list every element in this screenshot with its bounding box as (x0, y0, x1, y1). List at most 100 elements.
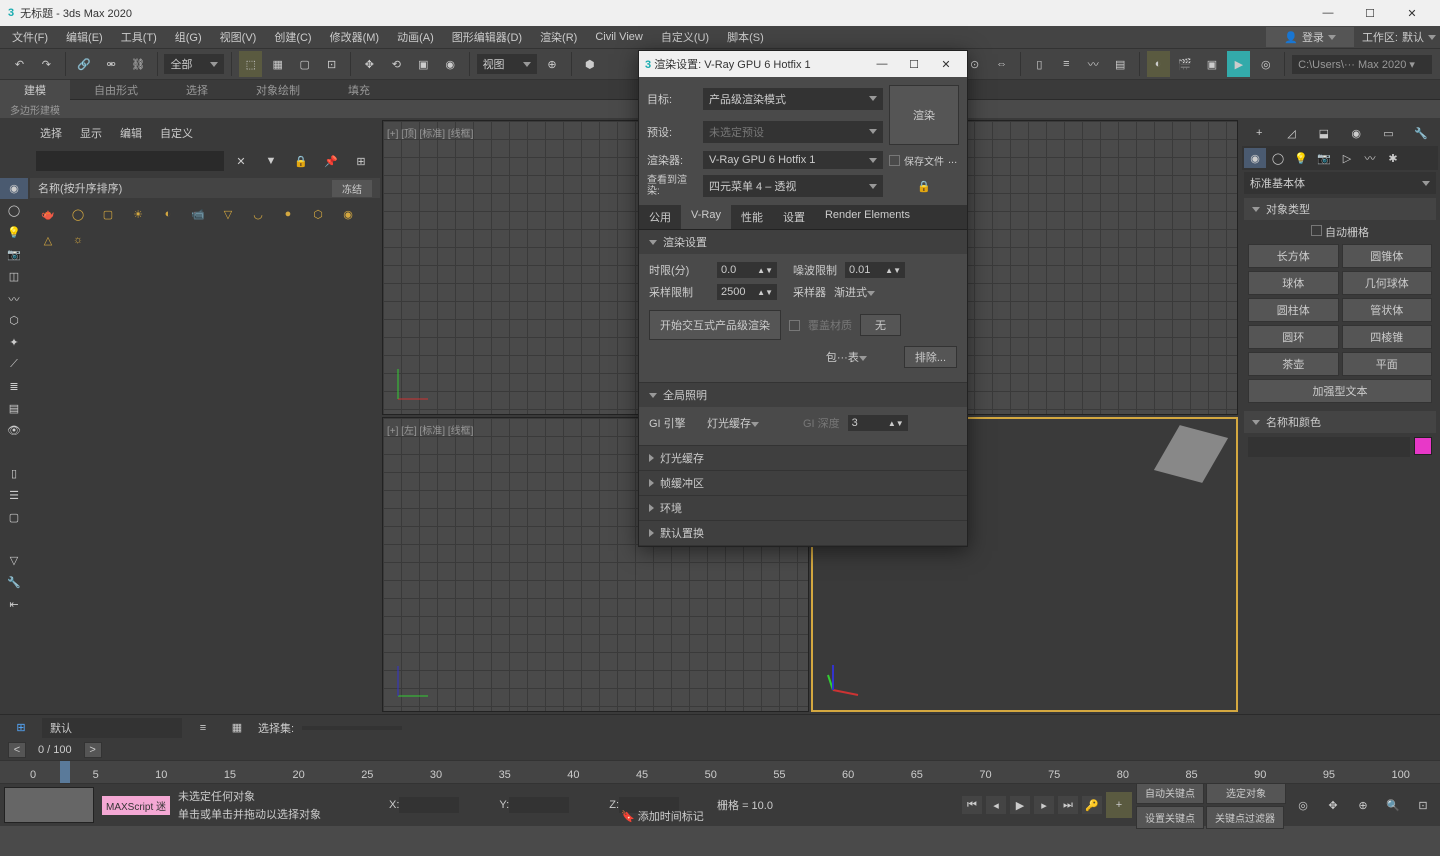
material-button[interactable]: ◐ (1147, 51, 1170, 77)
expand-icon[interactable]: ⊞ (348, 148, 374, 174)
motion-tab-icon[interactable]: ◉ (1345, 122, 1367, 144)
lights-cat-icon[interactable]: 💡 (1290, 148, 1312, 168)
geosphere-icon[interactable]: ⬡ (304, 202, 332, 226)
menu-tools[interactable]: 工具(T) (113, 27, 165, 47)
utilities-tab-icon[interactable]: 🔧 (1410, 122, 1432, 144)
tl-prev-button[interactable]: < (8, 742, 26, 758)
dtab-vray[interactable]: V-Ray (681, 205, 731, 229)
plane-button[interactable]: 平面 (1342, 352, 1433, 376)
strip-bone-icon[interactable]: ⟋ (0, 354, 28, 375)
unlink-button[interactable]: ⚮ (100, 51, 123, 77)
selobj-button[interactable]: 选定对象 (1206, 781, 1286, 804)
menu-grapheditor[interactable]: 图形编辑器(D) (444, 27, 530, 47)
workspace-selector[interactable]: 工作区: 默认 (1362, 29, 1436, 45)
cylinder-button[interactable]: 圆柱体 (1248, 298, 1339, 322)
menu-file[interactable]: 文件(F) (4, 27, 56, 47)
login-button[interactable]: 👤 登录 (1266, 27, 1354, 47)
renderer-dropdown[interactable]: V-Ray GPU 6 Hotfix 1 (703, 151, 883, 169)
warps-cat-icon[interactable]: 〰 (1359, 148, 1381, 168)
sphere-icon[interactable]: ● (274, 202, 302, 226)
manip-button[interactable]: ⬢ (578, 51, 601, 77)
select-button[interactable]: ⬚ (239, 51, 262, 77)
next-frame-button[interactable]: ▸ (1034, 796, 1054, 814)
override-checkbox[interactable] (789, 320, 800, 331)
pivot-button[interactable]: ⊕ (541, 51, 564, 77)
setkey-button[interactable]: 设置关键点 (1136, 806, 1204, 829)
render-prod-button[interactable]: ◎ (1254, 51, 1277, 77)
strip-camera-icon[interactable]: 📷 (0, 244, 28, 265)
scale-button[interactable]: ▣ (412, 51, 435, 77)
gi-depth-input[interactable]: 3▲▼ (848, 415, 908, 431)
strip-list-icon[interactable]: ☰ (0, 485, 28, 506)
vp-nav1-icon[interactable]: ✥ (1320, 792, 1346, 818)
move-button[interactable]: ✥ (358, 51, 381, 77)
strip-page-icon[interactable]: ▢ (0, 507, 28, 528)
mirror-button[interactable]: ⇔ (990, 51, 1013, 77)
ribbon-tab-fill[interactable]: 填充 (324, 80, 394, 100)
autokey-button[interactable]: 自动关键点 (1136, 781, 1204, 804)
vp-nav4-icon[interactable]: ⊡ (1410, 792, 1436, 818)
none-button[interactable]: 无 (860, 314, 901, 336)
addtime-label[interactable]: 添加时间标记 (638, 811, 704, 823)
layer-button[interactable]: ≡ (1055, 51, 1078, 77)
rs-rollout-header[interactable]: 渲染设置 (639, 230, 967, 254)
dialog-maximize-button[interactable]: ☐ (899, 58, 929, 71)
menu-create[interactable]: 创建(C) (266, 27, 319, 47)
redo-button[interactable]: ↷ (35, 51, 58, 77)
teapot-button[interactable]: 茶壶 (1248, 352, 1339, 376)
tl-next-button[interactable]: > (84, 742, 102, 758)
dialog-close-button[interactable]: ✕ (931, 58, 961, 71)
clear-search-button[interactable]: ✕ (228, 148, 254, 174)
layout-icon[interactable]: ⊞ (8, 715, 34, 741)
gi-engine-dropdown[interactable]: 灯光缓存 (707, 415, 787, 431)
hierarchy-tab-icon[interactable]: ⬓ (1313, 122, 1335, 144)
select-name-button[interactable]: ▦ (266, 51, 289, 77)
search-options-button[interactable]: ▼ (258, 148, 284, 174)
helpers-cat-icon[interactable]: ▷ (1336, 148, 1358, 168)
strip-system-icon[interactable]: ⬡ (0, 310, 28, 331)
sun-icon[interactable]: ☼ (64, 228, 92, 252)
autogrid-checkbox[interactable] (1311, 225, 1322, 236)
ribbon-tab-select[interactable]: 选择 (162, 80, 232, 100)
y-input[interactable] (509, 797, 569, 813)
selset-dropdown[interactable] (302, 726, 402, 730)
systems-cat-icon[interactable]: ✱ (1382, 148, 1404, 168)
sphere-button[interactable]: 球体 (1248, 271, 1339, 295)
strip-view-icon[interactable]: 👁 (0, 420, 28, 441)
ribbon-tab-objpaint[interactable]: 对象绘制 (232, 80, 324, 100)
close-button[interactable]: ✕ (1392, 1, 1432, 25)
render-button[interactable]: 渲染 (889, 85, 959, 145)
curve-button[interactable]: 〰 (1082, 51, 1105, 77)
menu-edit[interactable]: 编辑(E) (58, 27, 111, 47)
add-key-button[interactable]: + (1106, 792, 1132, 818)
preset-dropdown[interactable]: 未选定预设 (703, 121, 883, 143)
render-button[interactable]: ▶ (1227, 51, 1250, 77)
strip-light-icon[interactable]: 💡 (0, 222, 28, 243)
wrap-dropdown[interactable]: 包···表 (826, 349, 896, 365)
modify-tab-icon[interactable]: ◿ (1280, 122, 1302, 144)
sampler-dropdown[interactable]: 渐进式 (834, 284, 914, 300)
savefile-browse[interactable]: ... (948, 154, 957, 166)
strip-curve-icon[interactable]: 〰 (0, 288, 28, 309)
create-tab-icon[interactable]: + (1248, 122, 1270, 144)
viewcube-icon[interactable] (1154, 425, 1228, 483)
viewto-dropdown[interactable]: 四元菜单 4 – 透视 (703, 175, 883, 197)
light-icon[interactable]: ☀ (124, 202, 152, 226)
lp-tab-custom[interactable]: 自定义 (160, 125, 193, 141)
gi-rollout-header[interactable]: 全局照明 (639, 383, 967, 407)
link-button[interactable]: 🔗 (73, 51, 96, 77)
timeline[interactable]: 0510152025303540455055606570758085909510… (0, 760, 1440, 784)
lp-tab-select[interactable]: 选择 (40, 125, 62, 141)
dtab-common[interactable]: 公用 (639, 205, 681, 229)
keyfilter-button[interactable]: 关键点过滤器 (1206, 806, 1284, 829)
tube-button[interactable]: 管状体 (1342, 298, 1433, 322)
strip-shapes-icon[interactable]: ◯ (0, 200, 28, 221)
selection-filter[interactable]: 全部 (164, 54, 224, 74)
cone-icon[interactable]: ▽ (214, 202, 242, 226)
rotate-button[interactable]: ⟲ (385, 51, 408, 77)
env-rollout-header[interactable]: 环境 (639, 496, 967, 520)
x-input[interactable] (399, 797, 459, 813)
strip-helper-icon[interactable]: ◫ (0, 266, 28, 287)
spot-icon[interactable]: ◐ (154, 202, 182, 226)
savefile-checkbox[interactable] (889, 155, 900, 166)
